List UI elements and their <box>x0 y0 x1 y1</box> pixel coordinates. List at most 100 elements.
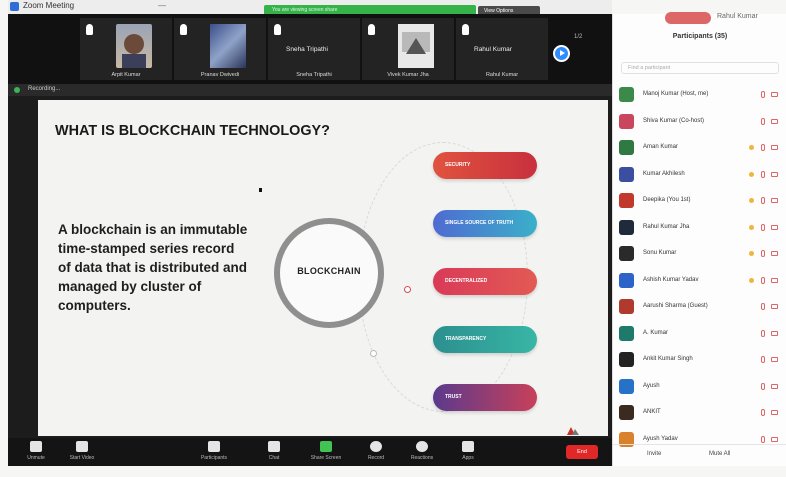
page-indicator: 1/2 <box>574 34 583 40</box>
raised-hand-icon <box>749 198 754 203</box>
participant-name: Rahul Kumar Jha <box>643 223 690 230</box>
minimize-button[interactable]: — <box>158 1 166 10</box>
video-icon <box>76 441 88 452</box>
participant-row[interactable]: Sonu Kumar <box>619 243 785 265</box>
participant-avatar <box>619 299 634 314</box>
slide-title: WHAT IS BLOCKCHAIN TECHNOLOGY? <box>55 122 330 139</box>
video-tile-1[interactable]: Arpit Kumar <box>80 18 172 80</box>
apps-icon <box>462 441 474 452</box>
video-tile-3[interactable]: Sneha Tripathi Sneha Tripathi <box>268 18 360 80</box>
raised-hand-icon <box>749 251 754 256</box>
participant-avatar <box>619 219 634 235</box>
slide-body-text: A blockchain is an immutable time-stampe… <box>58 222 248 313</box>
reactions-button[interactable]: Reactions <box>400 440 444 461</box>
start-video-button[interactable]: Start Video <box>60 440 104 461</box>
share-banner-text: You are viewing screen share <box>272 7 338 13</box>
participant-name: Ayush Yadav <box>643 435 678 442</box>
mic-muted-icon <box>274 24 281 35</box>
tile-name: Rahul Kumar <box>485 72 519 78</box>
participant-avatar <box>619 113 634 129</box>
avatar <box>210 24 246 68</box>
participant-row[interactable]: Ayush <box>619 376 785 398</box>
video-tile-5[interactable]: Rahul Kumar Rahul Kumar <box>456 18 548 80</box>
participant-name: Shiva Kumar (Co-host) <box>643 117 705 124</box>
participant-row[interactable]: Ankit Kumar Singh <box>619 349 785 371</box>
end-meeting-button[interactable]: End <box>566 445 598 459</box>
participant-row[interactable]: Ashish Kumar Yadav <box>619 270 785 292</box>
share-icon <box>320 441 332 452</box>
tile-name: Sneha Tripathi <box>296 72 332 78</box>
video-tile-2[interactable]: Pranav Dwivedi <box>174 18 266 80</box>
toolbar-label: Record <box>367 455 385 461</box>
invite-button[interactable]: Invite <box>647 451 661 457</box>
participant-row[interactable]: Shiva Kumar (Co-host) <box>619 111 785 133</box>
participant-row[interactable]: Aarushi Sharma (Guest) <box>619 296 785 318</box>
apps-button[interactable]: Apps <box>446 440 490 461</box>
active-speaker-chip[interactable] <box>665 12 711 24</box>
mic-muted-icon <box>86 24 93 35</box>
meeting-toolbar: Unmute Start Video Participants Chat Sha… <box>8 438 612 466</box>
participant-avatar <box>619 87 634 102</box>
toolbar-label: Participants <box>200 455 228 461</box>
toolbar-label: Unmute <box>27 455 45 461</box>
video-off-icon <box>771 304 778 309</box>
participant-row[interactable]: Rahul Kumar Jha <box>619 217 785 239</box>
toolbar-label: Start Video <box>69 455 95 461</box>
unmute-button[interactable]: Unmute <box>14 440 58 461</box>
tile-name: Pranav Dwivedi <box>200 72 240 78</box>
mic-muted-icon <box>761 303 765 310</box>
video-off-icon <box>771 436 778 442</box>
logo-icon <box>567 427 579 435</box>
participant-name: Manoj Kumar (Host, me) <box>643 91 709 97</box>
record-button[interactable]: Record <box>354 440 398 461</box>
mic-muted-icon <box>180 24 187 35</box>
raised-hand-icon <box>749 224 754 230</box>
feature-pill: TRANSPARENCY <box>433 326 537 353</box>
participant-avatar <box>619 166 634 182</box>
active-speaker-name: Rahul Kumar <box>717 13 758 20</box>
participant-row[interactable]: ANKIT <box>619 402 785 424</box>
participant-row[interactable]: A. Kumar <box>619 323 785 345</box>
toolbar-label: Chat <box>268 455 280 461</box>
participant-avatar <box>619 246 634 261</box>
participant-row[interactable]: Aman Kumar <box>619 137 785 159</box>
video-tile-4[interactable]: Vivek Kumar Jha <box>362 18 454 80</box>
mic-icon <box>30 441 42 452</box>
participant-row[interactable]: Manoj Kumar (Host, me) <box>619 84 785 106</box>
toolbar-label: Share Screen <box>310 455 342 461</box>
participant-row[interactable]: Deepika (You 1st) <box>619 190 785 212</box>
participant-name: Deepika (You 1st) <box>643 197 691 203</box>
participant-search-input[interactable]: Find a participant <box>621 62 779 74</box>
zoom-window: Zoom Meeting — You are viewing screen sh… <box>0 0 786 477</box>
mic-muted-icon <box>761 409 765 416</box>
mic-muted-icon <box>761 356 765 363</box>
mouse-cursor-icon <box>259 188 262 192</box>
participants-button[interactable]: Participants <box>192 440 236 461</box>
record-icon <box>370 441 382 452</box>
tile-name: Arpit Kumar <box>111 72 141 78</box>
recording-label: Recording... <box>28 86 61 92</box>
participant-avatar <box>619 352 634 367</box>
mic-muted-icon <box>368 24 375 35</box>
video-off-icon <box>771 171 778 177</box>
participant-strip: Arpit Kumar Pranav Dwivedi Sneha Tripath… <box>8 14 612 84</box>
chat-button[interactable]: Chat <box>252 440 296 461</box>
video-off-icon <box>771 330 778 336</box>
participants-panel: Rahul Kumar Participants (35) Find a par… <box>612 12 786 466</box>
recording-bar: Recording... <box>8 84 612 96</box>
mic-muted-icon <box>761 91 765 98</box>
recording-dot-icon <box>14 87 20 93</box>
share-screen-button[interactable]: Share Screen <box>304 440 348 461</box>
video-off-icon <box>771 145 778 150</box>
next-page-button[interactable] <box>553 45 570 62</box>
mic-muted-icon <box>761 276 765 284</box>
mute-all-button[interactable]: Mute All <box>709 451 730 457</box>
blockchain-label: BLOCKCHAIN <box>297 266 361 276</box>
participant-name: Kumar Akhilesh <box>643 170 685 177</box>
participant-row[interactable]: Kumar Akhilesh <box>619 164 785 186</box>
video-off-icon <box>771 383 778 389</box>
raised-hand-icon <box>749 145 754 150</box>
video-off-icon <box>771 410 778 415</box>
video-off-icon <box>771 357 778 362</box>
tile-name: Vivek Kumar Jha <box>387 72 429 78</box>
